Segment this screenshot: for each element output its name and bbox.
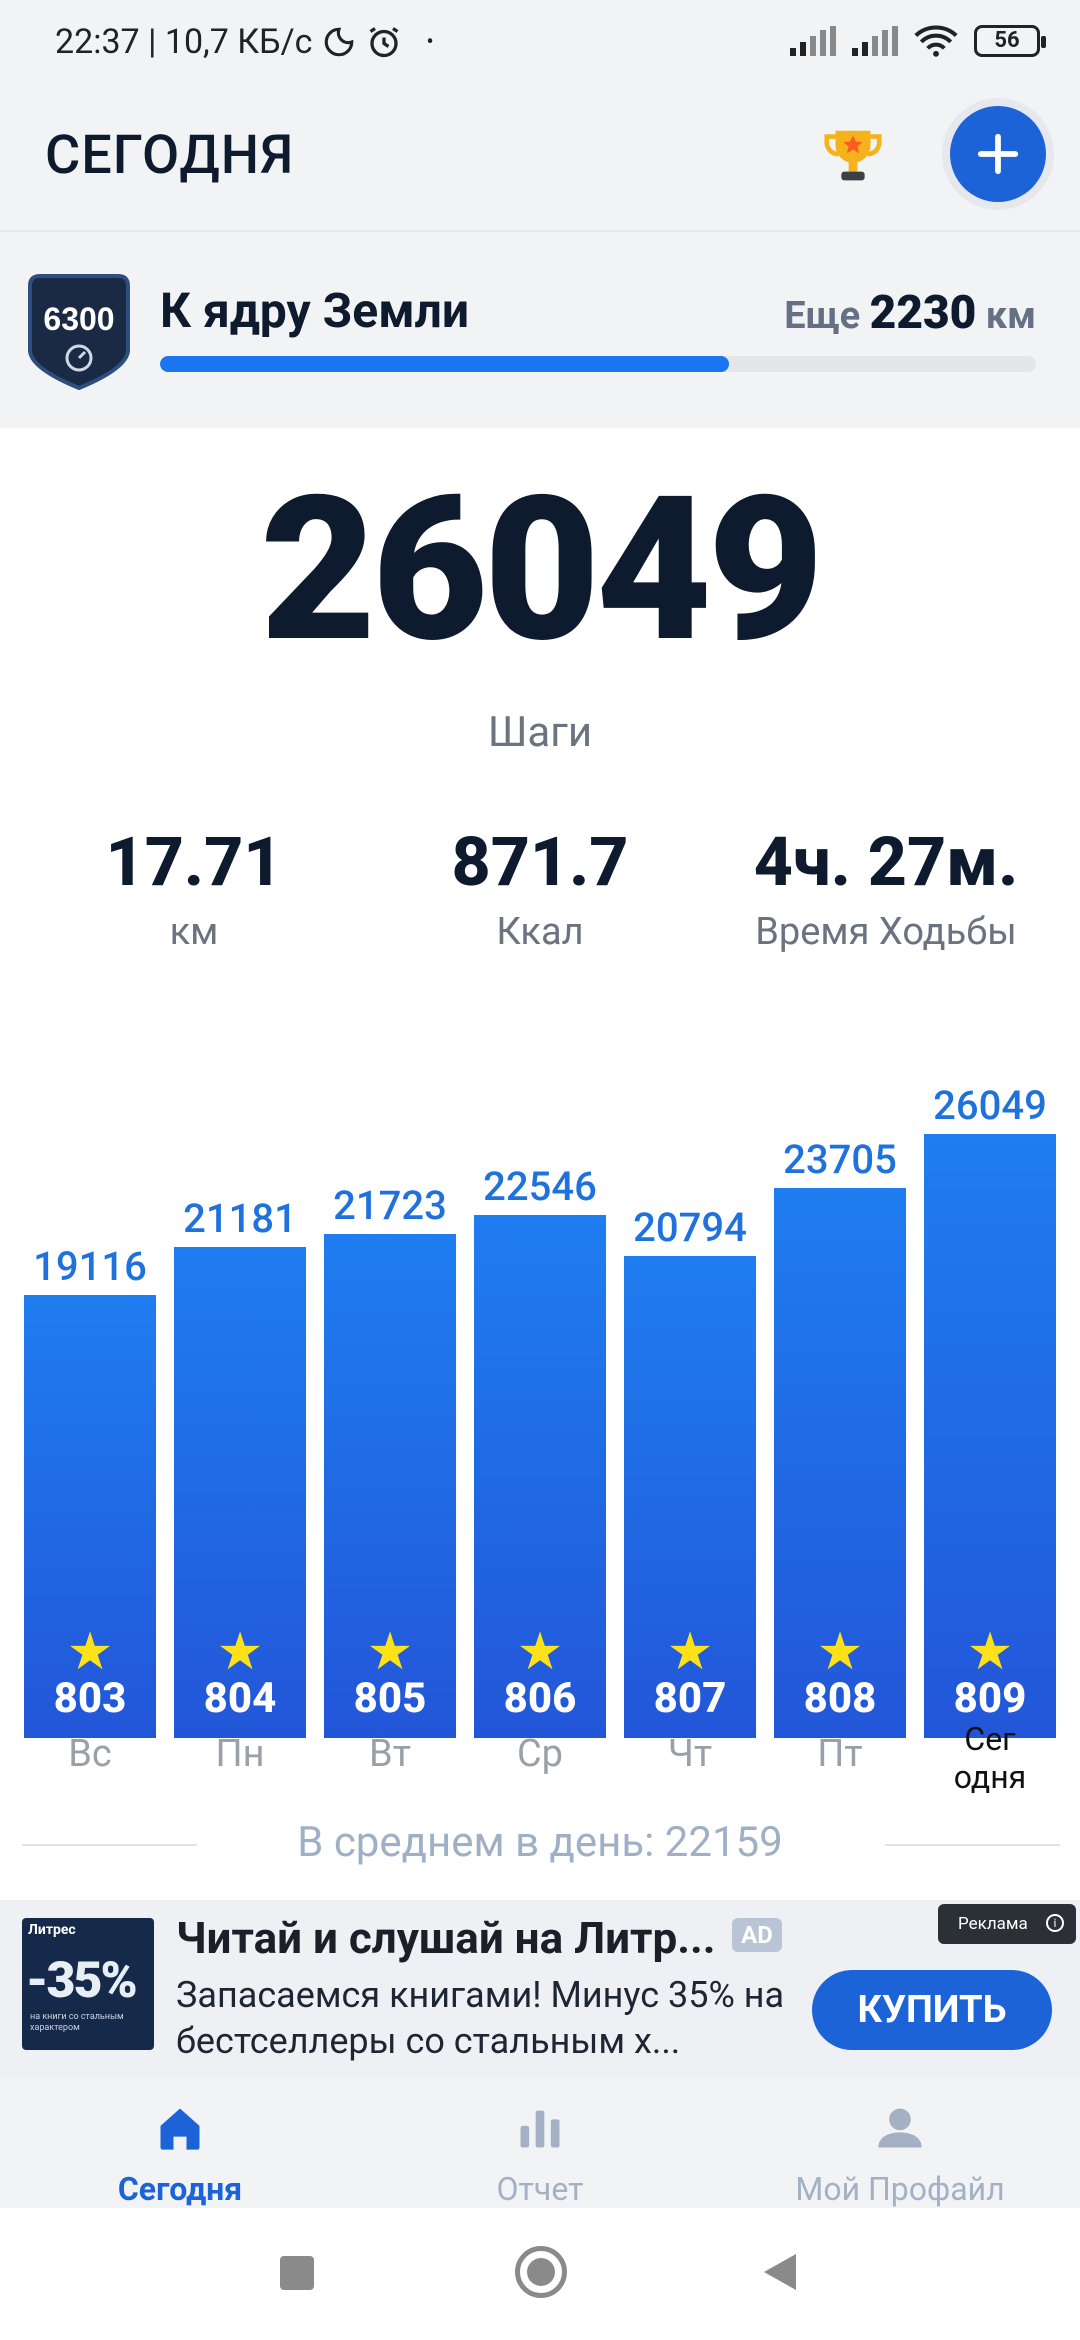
bar-chart-icon: [520, 2110, 560, 2148]
day-label: Вт: [369, 1732, 411, 1776]
goal-progress-bar: [160, 356, 1036, 372]
bar-value-label: 20794: [633, 1204, 747, 1251]
divider: [885, 1844, 1060, 1846]
bar-badge-number: 804: [203, 1674, 277, 1723]
bar-value-label: 22546: [483, 1163, 597, 1210]
ad-image[interactable]: Литрес -35% на книги со стальным характе…: [22, 1918, 154, 2050]
wifi-icon: [914, 25, 958, 57]
battery-icon: 56: [974, 25, 1046, 57]
time-label: Время Ходьбы: [755, 910, 1017, 954]
weekly-steps-chart: 19116 ★ 803 21181 ★ 804 21723 ★ 805 22546 ★ 806 2079…: [0, 1030, 1080, 1790]
badge-number: 6300: [43, 301, 114, 337]
bottom-nav: Сегодня Отчет Мой Профайл: [0, 2078, 1080, 2208]
distance-stat: 17.71 км: [14, 822, 374, 954]
ad-label-chip[interactable]: i Реклама: [938, 1904, 1076, 1944]
bar-value-label: 19116: [33, 1243, 147, 1290]
steps-count: 26049: [260, 452, 824, 687]
bar-value-label: 23705: [783, 1136, 897, 1183]
bar-badge-number: 808: [803, 1674, 877, 1723]
page-title: СЕГОДНЯ: [45, 124, 295, 187]
time-stat: 4ч. 27м. Время Ходьбы: [706, 822, 1066, 954]
day-label-today: Сег одня: [924, 1720, 1056, 1796]
star-icon: ★: [966, 1621, 1014, 1682]
bar-badge-number: 803: [53, 1674, 127, 1723]
star-icon: ★: [816, 1621, 864, 1682]
day-label: Пт: [817, 1732, 863, 1776]
today-line1: Сег: [964, 1720, 1016, 1758]
distance-value: 17.71: [105, 822, 283, 902]
add-button[interactable]: [950, 106, 1046, 202]
star-icon: ★: [366, 1621, 414, 1682]
bar-badge-number: 806: [503, 1674, 577, 1723]
average-row: В среднем в день: 22159: [0, 1818, 1080, 1868]
ad-image-percent: -35%: [26, 1952, 138, 2010]
alarm-icon: [369, 27, 399, 58]
nav-profile-label: Мой Профайл: [795, 2170, 1005, 2208]
header: СЕГОДНЯ: [0, 96, 1080, 230]
plus-icon: [977, 133, 1019, 175]
nav-today-label: Сегодня: [117, 2170, 243, 2208]
back-icon[interactable]: [764, 2254, 796, 2290]
status-right: 56: [790, 24, 1046, 58]
system-nav: [0, 2208, 1080, 2340]
ad-tag: AD: [732, 1918, 782, 1952]
average-text: В среднем в день: 22159: [297, 1818, 783, 1867]
ad-banner[interactable]: Литрес -35% на книги со стальным характе…: [0, 1900, 1080, 2078]
goal-card[interactable]: 6300 К ядру Земли Еще 2230 км: [0, 230, 1080, 428]
goal-progress-fill: [160, 356, 730, 372]
goal-remaining-value: 2230: [869, 286, 977, 340]
star-icon: ★: [666, 1621, 714, 1682]
ad-image-brand: Литрес: [28, 1922, 76, 1938]
trophy-icon[interactable]: [818, 122, 888, 192]
nav-profile[interactable]: Мой Профайл: [720, 2098, 1080, 2208]
home-button-icon[interactable]: [515, 2246, 567, 2298]
ad-title[interactable]: Читай и слушай на Литр...: [176, 1912, 716, 1964]
badge-icon: 6300: [28, 274, 130, 391]
star-icon: ★: [216, 1621, 264, 1682]
bar-value-label: 26049: [933, 1082, 1047, 1129]
moon-icon: [325, 27, 354, 57]
buy-button[interactable]: КУПИТЬ: [812, 1970, 1052, 2050]
signal-icon: [790, 26, 836, 56]
day-label: Вс: [68, 1732, 112, 1776]
today-line2: одня: [953, 1758, 1027, 1796]
day-label: Чт: [667, 1732, 713, 1776]
nav-report[interactable]: Отчет: [360, 2098, 720, 2208]
distance-label: км: [169, 910, 219, 954]
goal-remaining-prefix: Еще: [784, 294, 861, 338]
bar-value-label: 21723: [333, 1182, 447, 1229]
ad-text[interactable]: Запасаемся книгами! Минус 35% на бестсел…: [176, 1972, 796, 2064]
nav-report-label: Отчет: [496, 2170, 584, 2208]
day-label: Ср: [516, 1732, 564, 1776]
goal-title: К ядру Земли: [160, 282, 470, 339]
time-value: 4ч. 27м.: [753, 822, 1019, 902]
bar-badge-number: 809: [953, 1674, 1027, 1723]
calories-label: Ккал: [496, 910, 584, 954]
home-icon: [160, 2108, 200, 2150]
ad-image-subtitle: на книги со стальным характером: [30, 2012, 124, 2033]
status-bar: 22:37 | 10,7 КБ/с • 56: [0, 0, 1080, 96]
star-icon: ★: [516, 1621, 564, 1682]
star-icon: ★: [66, 1621, 114, 1682]
day-label: Пн: [215, 1732, 265, 1776]
recents-icon[interactable]: [280, 2256, 314, 2290]
steps-label: Шаги: [487, 708, 593, 757]
bar-badge-number: 807: [653, 1674, 727, 1723]
calories-stat: 871.7 Ккал: [360, 822, 720, 954]
status-left: 22:37 | 10,7 КБ/с •: [55, 22, 434, 62]
status-time: 22:37 | 10,7 КБ/с: [55, 22, 313, 62]
info-icon: i: [1046, 1914, 1064, 1932]
goal-remaining: Еще 2230 км: [784, 286, 1036, 340]
nav-today[interactable]: Сегодня: [0, 2098, 360, 2208]
goal-remaining-unit: км: [985, 294, 1036, 338]
signal-icon-2: [852, 26, 898, 56]
profile-icon: [878, 2108, 922, 2148]
bar-value-label: 21181: [183, 1195, 297, 1242]
bar-badge-number: 805: [353, 1674, 427, 1723]
dot-icon: •: [426, 29, 434, 55]
calories-value: 871.7: [451, 822, 629, 902]
